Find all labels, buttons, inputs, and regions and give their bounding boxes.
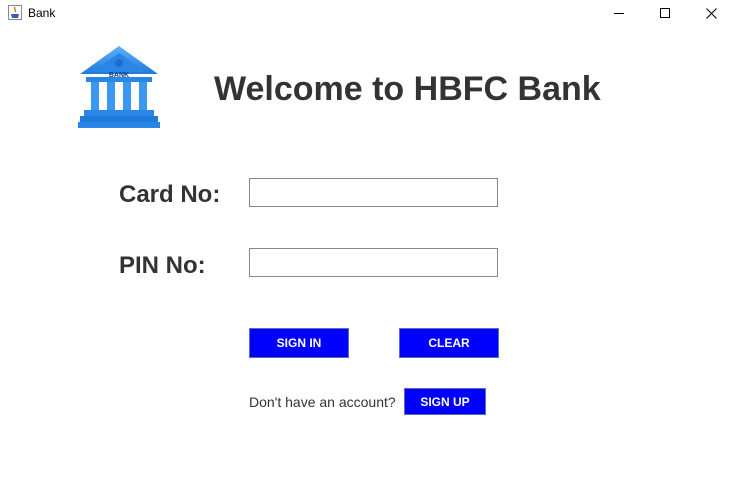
bank-building-icon: BANK [78, 46, 160, 128]
sign-up-button[interactable]: SIGN UP [404, 388, 486, 415]
window-title: Bank [28, 6, 56, 20]
maximize-button[interactable] [642, 0, 688, 26]
signup-prompt-text: Don't have an account? [249, 394, 396, 410]
pin-number-field[interactable] [249, 248, 498, 277]
card-number-label: Card No: [119, 181, 221, 208]
minimize-button[interactable] [596, 0, 642, 26]
card-number-field[interactable] [249, 178, 498, 207]
pin-number-label: PIN No: [119, 252, 206, 279]
welcome-heading: Welcome to HBFC Bank [214, 70, 601, 108]
close-icon [705, 7, 717, 19]
clear-button[interactable]: CLEAR [399, 328, 499, 358]
close-button[interactable] [688, 0, 734, 26]
sign-in-button[interactable]: SIGN IN [249, 328, 349, 358]
bank-logo: BANK [76, 44, 162, 132]
maximize-icon [660, 8, 670, 18]
java-coffee-icon [8, 5, 22, 20]
window-titlebar: Bank [0, 0, 734, 26]
minimize-icon [614, 13, 624, 14]
